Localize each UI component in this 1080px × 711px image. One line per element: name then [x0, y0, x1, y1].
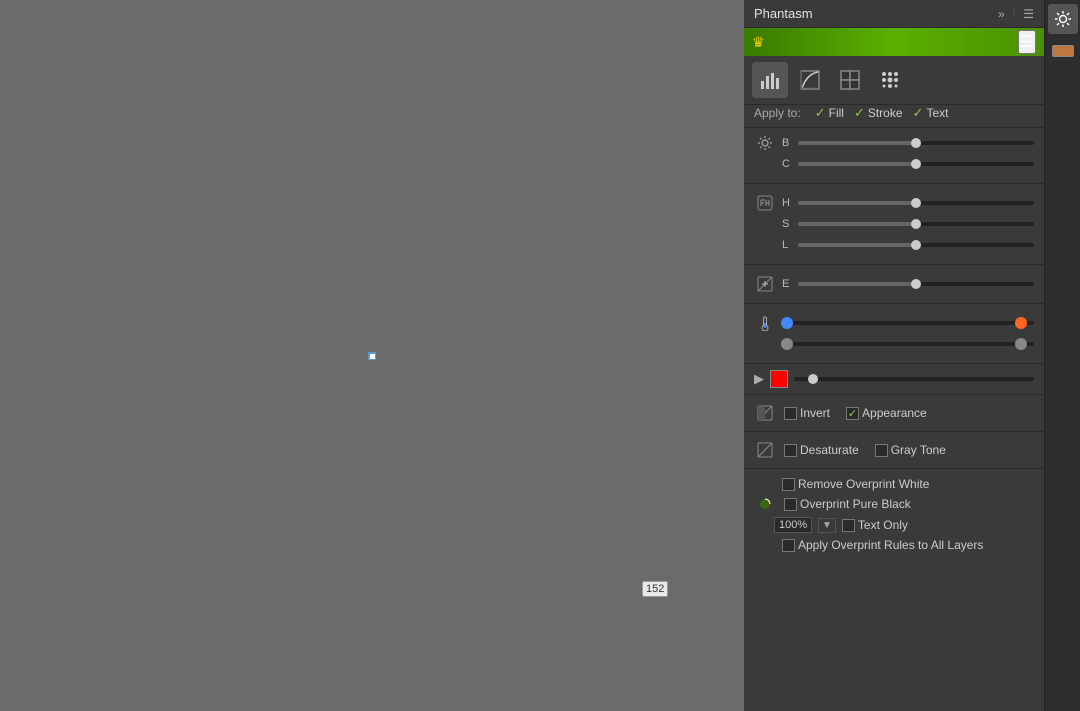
overprint-section: Remove Overprint White Overprint Pure Bl…: [744, 473, 1044, 556]
crown-icon: ♛: [752, 34, 765, 51]
apply-to-row: Apply to: ✓ Fill ✓ Stroke ✓ Text: [744, 105, 1044, 128]
hue-label: H: [782, 197, 792, 209]
hsl-sliders-section: H S L: [744, 188, 1044, 260]
contrast-slider[interactable]: [798, 162, 1034, 166]
color-swatch[interactable]: [770, 370, 788, 388]
color-temp-slider-1[interactable]: [782, 321, 1034, 325]
saturation-label: S: [782, 218, 792, 230]
lightness-row: L: [754, 236, 1034, 254]
appearance-label: Appearance: [862, 406, 927, 420]
panel-header: Phantasm » | ☰: [744, 0, 1044, 28]
cursor-indicator: 152: [642, 581, 668, 597]
arrow-right-icon: ▶: [754, 371, 764, 387]
invert-icon: [754, 405, 776, 421]
hue-row: H: [754, 194, 1034, 212]
exposure-slider[interactable]: [798, 282, 1034, 286]
desaturate-checkbox[interactable]: Desaturate: [784, 443, 859, 457]
hsl-icon: [754, 195, 776, 211]
saturation-row: S: [754, 215, 1034, 233]
invert-label: Invert: [800, 406, 830, 420]
overprint-percent-row: 100% ▼ Text Only: [754, 517, 1034, 533]
remove-overprint-white-label: Remove Overprint White: [798, 477, 929, 491]
text-only-checkbox[interactable]: Text Only: [842, 518, 908, 532]
tool-curves[interactable]: [792, 62, 828, 98]
right-panel: Phantasm » | ☰ ♛ ☰: [744, 0, 1044, 711]
brightness-slider[interactable]: [798, 141, 1034, 145]
selected-object[interactable]: 복 업 508: [371, 355, 373, 357]
tool-histogram[interactable]: [752, 62, 788, 98]
solid-color-slider[interactable]: [794, 377, 1034, 381]
brightness-row: B: [754, 134, 1034, 152]
appearance-checkbox[interactable]: ✓ Appearance: [846, 406, 927, 420]
gray-tone-checkbox[interactable]: Gray Tone: [875, 443, 946, 457]
apply-fill-check[interactable]: ✓ Fill: [815, 105, 844, 121]
invert-row: Invert ✓ Appearance: [754, 403, 1034, 423]
invert-section: Invert ✓ Appearance: [744, 399, 1044, 427]
apply-overprint-rules-row: Apply Overprint Rules to All Layers: [754, 538, 1034, 552]
tool-layers[interactable]: [832, 62, 868, 98]
thermometer-icon: [754, 315, 776, 331]
stepper-down-button[interactable]: ▼: [818, 518, 836, 533]
menu-button[interactable]: ☰: [1023, 7, 1034, 21]
lightness-label: L: [782, 239, 792, 251]
gray-tone-label: Gray Tone: [891, 443, 946, 457]
brightness-icon: [754, 135, 776, 151]
hue-slider[interactable]: [798, 201, 1034, 205]
bc-sliders-section: B C: [744, 128, 1044, 179]
lightness-slider[interactable]: [798, 243, 1034, 247]
contrast-label: C: [782, 158, 792, 170]
apply-overprint-rules-checkbox[interactable]: Apply Overprint Rules to All Layers: [754, 538, 983, 552]
apply-stroke-check[interactable]: ✓ Stroke: [854, 105, 903, 121]
panel-header-icons: » | ☰: [998, 7, 1034, 21]
text-only-label: Text Only: [858, 518, 908, 532]
green-banner: ♛ ☰: [744, 28, 1044, 56]
exposure-row: E: [754, 275, 1034, 293]
color-temp-row2: [754, 335, 1034, 353]
tool-icons-row: [744, 56, 1044, 105]
color-temp-row1: [754, 314, 1034, 332]
banner-menu-button[interactable]: ☰: [1018, 30, 1036, 54]
color-temp-section: [744, 308, 1044, 359]
exposure-icon: [754, 276, 776, 292]
expand-button[interactable]: »: [998, 7, 1005, 21]
apply-text-check[interactable]: ✓ Text: [913, 105, 949, 121]
handle-bottom-right[interactable]: [369, 353, 376, 360]
overprint-pure-black-checkbox[interactable]: Overprint Pure Black: [784, 497, 911, 511]
invert-checkbox[interactable]: Invert: [784, 406, 830, 420]
overprint-pure-black-row: Overprint Pure Black: [754, 496, 1034, 512]
desaturate-label: Desaturate: [800, 443, 859, 457]
desaturate-section: Desaturate Gray Tone: [744, 436, 1044, 464]
side-tool-paint[interactable]: [1048, 36, 1078, 66]
saturation-slider[interactable]: [798, 222, 1034, 226]
remove-overprint-white-checkbox[interactable]: Remove Overprint White: [754, 477, 929, 491]
apply-to-label: Apply to:: [754, 106, 801, 120]
tool-halftone[interactable]: [872, 62, 908, 98]
desaturate-row: Desaturate Gray Tone: [754, 440, 1034, 460]
remove-overprint-white-row: Remove Overprint White: [754, 477, 1034, 491]
desaturate-icon: [754, 442, 776, 458]
apply-overprint-rules-label: Apply Overprint Rules to All Layers: [798, 538, 983, 552]
side-toolbar: [1044, 0, 1080, 711]
canvas-area: 복 업 508: [0, 0, 744, 711]
side-tool-sun[interactable]: [1048, 4, 1078, 34]
overprint-icon: [754, 496, 776, 512]
brightness-label: B: [782, 137, 792, 149]
contrast-row: C: [754, 155, 1034, 173]
exposure-section: E: [744, 269, 1044, 299]
color-temp-slider-2[interactable]: [782, 342, 1034, 346]
overprint-pure-black-label: Overprint Pure Black: [800, 497, 911, 511]
exposure-label: E: [782, 278, 792, 290]
solid-color-row: ▶: [744, 368, 1044, 390]
percent-input[interactable]: 100%: [774, 517, 812, 533]
panel-title: Phantasm: [754, 6, 813, 21]
